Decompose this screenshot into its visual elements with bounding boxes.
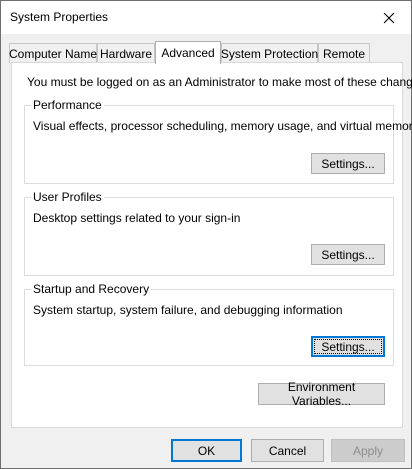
tab-system-protection[interactable]: System Protection xyxy=(221,43,318,63)
performance-settings-button[interactable]: Settings... xyxy=(311,153,385,174)
user-profiles-legend: User Profiles xyxy=(31,190,104,204)
user-profiles-group: User Profiles Desktop settings related t… xyxy=(24,190,394,276)
apply-button[interactable]: Apply xyxy=(331,439,405,462)
ok-button[interactable]: OK xyxy=(171,439,242,462)
performance-group: Performance Visual effects, processor sc… xyxy=(24,98,412,184)
title-bar: System Properties xyxy=(1,1,411,34)
window-title: System Properties xyxy=(10,10,109,24)
system-properties-window: System Properties Computer Name Hardware… xyxy=(0,0,412,469)
startup-recovery-description: System startup, system failure, and debu… xyxy=(33,303,343,317)
close-button[interactable] xyxy=(367,1,411,34)
performance-description: Visual effects, processor scheduling, me… xyxy=(33,119,412,133)
startup-recovery-legend: Startup and Recovery xyxy=(31,282,152,296)
tab-hardware[interactable]: Hardware xyxy=(97,43,155,63)
close-icon xyxy=(383,12,395,23)
admin-note: You must be logged on as an Administrato… xyxy=(27,75,412,89)
tab-strip: Computer Name Hardware Advanced System P… xyxy=(9,41,405,64)
environment-variables-button[interactable]: Environment Variables... xyxy=(258,380,385,408)
cancel-button[interactable]: Cancel xyxy=(251,439,324,462)
startup-recovery-settings-button[interactable]: Settings... xyxy=(311,336,385,357)
user-profiles-settings-button[interactable]: Settings... xyxy=(311,244,385,265)
advanced-tab-panel: You must be logged on as an Administrato… xyxy=(11,62,412,428)
tab-computer-name[interactable]: Computer Name xyxy=(9,43,97,63)
tab-advanced[interactable]: Advanced xyxy=(155,41,221,64)
startup-recovery-group: Startup and Recovery System startup, sys… xyxy=(24,282,394,366)
performance-legend: Performance xyxy=(31,98,104,112)
tab-remote[interactable]: Remote xyxy=(318,43,370,63)
user-profiles-description: Desktop settings related to your sign-in xyxy=(33,211,241,225)
